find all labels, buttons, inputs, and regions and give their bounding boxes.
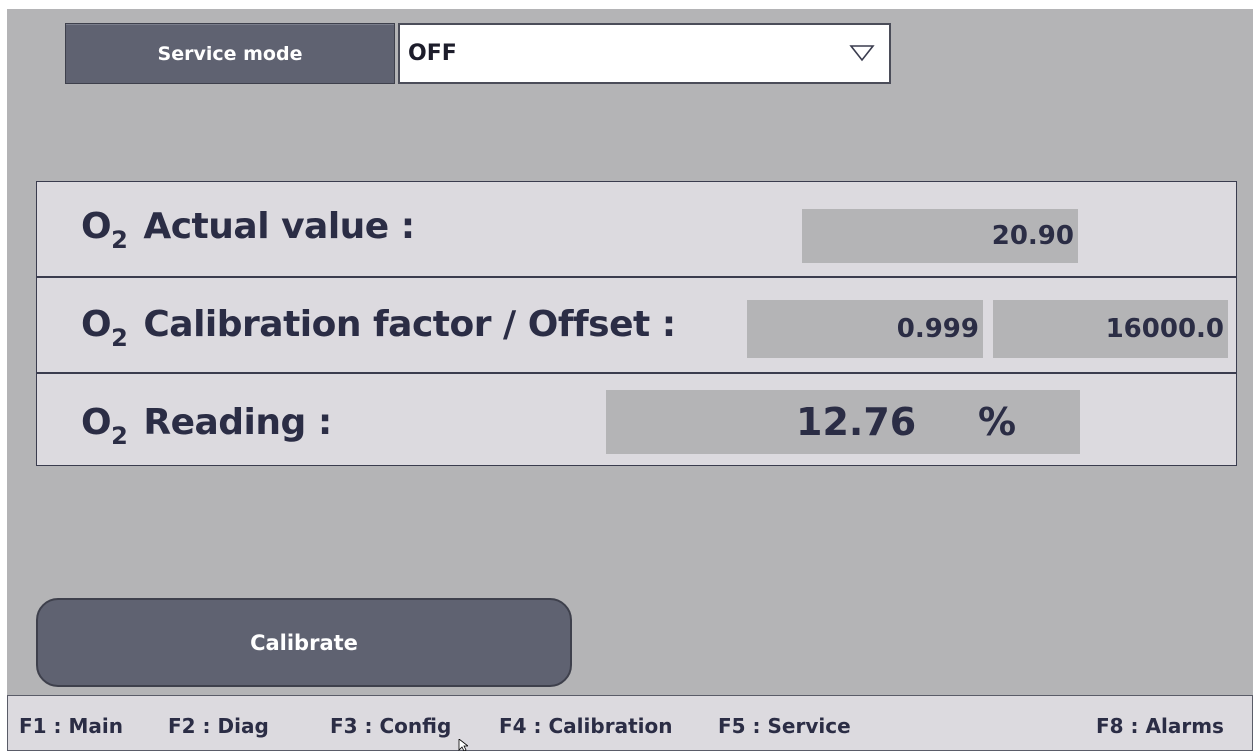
triangle-down-icon[interactable]	[849, 44, 875, 62]
fkey-config[interactable]: F3 : Config	[330, 714, 451, 738]
service-mode-label: Service mode	[157, 42, 303, 65]
o2-reading-value: 12.76	[796, 400, 917, 444]
o2-reading-field: 12.76 %	[606, 390, 1080, 454]
fkey-diag[interactable]: F2 : Diag	[168, 714, 269, 738]
service-mode-button[interactable]: Service mode	[65, 23, 395, 84]
calibrate-button[interactable]: Calibrate	[36, 598, 572, 687]
o2-actual-value: 20.90	[991, 221, 1074, 251]
fkey-main[interactable]: F1 : Main	[19, 714, 123, 738]
o2-values-panel: O2 Actual value : 20.90 O2 Calibration f…	[36, 181, 1237, 466]
service-mode-value: OFF	[408, 41, 457, 66]
o2-actual-row: O2 Actual value : 20.90	[37, 182, 1236, 276]
hmi-screen: Service mode OFF O2 Actual value : 20.90…	[7, 9, 1253, 695]
o2-actual-value-field: 20.90	[802, 209, 1078, 263]
o2-actual-label: O2 Actual value :	[81, 206, 415, 254]
o2-reading-row: O2 Reading : 12.76 %	[37, 372, 1236, 466]
o2-offset-field: 16000.0	[993, 300, 1228, 358]
o2-reading-unit: %	[978, 400, 1017, 444]
mouse-cursor-icon	[458, 739, 468, 751]
function-key-bar: F1 : Main F2 : Diag F3 : Config F4 : Cal…	[7, 695, 1253, 751]
service-mode-select[interactable]: OFF	[398, 23, 891, 84]
o2-calibration-factor-field: 0.999	[747, 300, 983, 358]
fkey-alarms[interactable]: F8 : Alarms	[1096, 714, 1224, 738]
o2-calibration-row: O2 Calibration factor / Offset : 0.999 1…	[37, 276, 1236, 372]
fkey-service[interactable]: F5 : Service	[718, 714, 851, 738]
o2-reading-label: O2 Reading :	[81, 402, 332, 450]
o2-offset-value: 16000.0	[1105, 314, 1224, 344]
o2-calibration-factor-value: 0.999	[896, 314, 979, 344]
fkey-calibration[interactable]: F4 : Calibration	[499, 714, 672, 738]
calibrate-label: Calibrate	[250, 630, 358, 655]
o2-calibration-label: O2 Calibration factor / Offset :	[81, 304, 676, 352]
